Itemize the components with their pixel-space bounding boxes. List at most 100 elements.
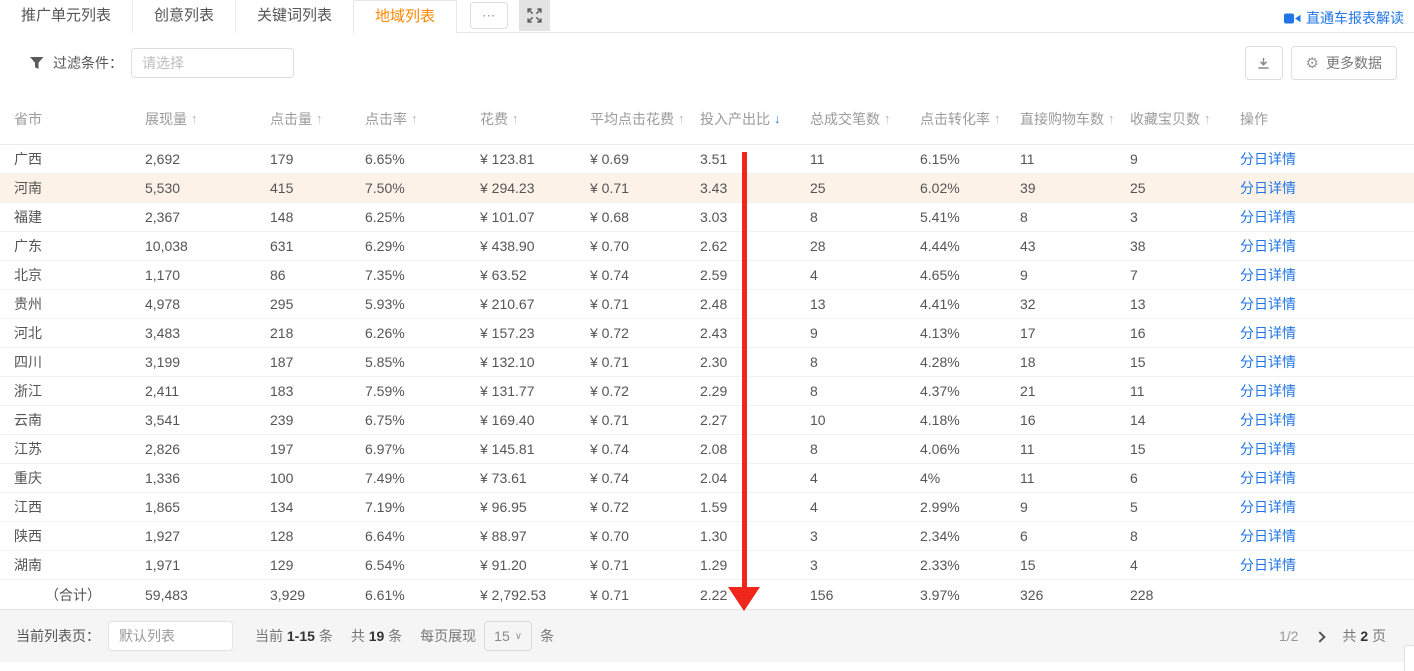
data-cell: 5.41% xyxy=(920,209,1020,225)
data-cell: 2.34% xyxy=(920,528,1020,544)
column-header: 投入产出比↓ xyxy=(700,109,810,129)
list-name-input[interactable] xyxy=(108,621,233,651)
sort-asc-icon[interactable]: ↑ xyxy=(411,111,418,126)
data-cell: 2.30 xyxy=(700,354,810,370)
data-cell: 7.49% xyxy=(365,470,480,486)
daily-detail-link[interactable]: 分日详情 xyxy=(1240,470,1296,486)
table-tools: ⚙ 更多数据 xyxy=(1245,46,1397,80)
data-cell: ¥ 0.71 xyxy=(590,587,700,603)
sort-asc-icon[interactable]: ↑ xyxy=(994,111,1001,126)
data-cell: 18 xyxy=(1020,354,1130,370)
data-cell: ¥ 0.71 xyxy=(590,354,700,370)
data-cell: 11 xyxy=(1020,470,1130,486)
data-cell: 9 xyxy=(1020,267,1130,283)
data-cell: ¥ 294.23 xyxy=(480,180,590,196)
report-link[interactable]: 直通车报表解读 xyxy=(1284,8,1404,28)
daily-detail-link[interactable]: 分日详情 xyxy=(1240,441,1296,457)
data-cell: 179 xyxy=(270,151,365,167)
data-cell: ¥ 0.71 xyxy=(590,296,700,312)
sort-asc-icon[interactable]: ↑ xyxy=(884,111,891,126)
data-cell: 6.29% xyxy=(365,238,480,254)
data-cell: 6.15% xyxy=(920,151,1020,167)
tab-item[interactable]: 推广单元列表 xyxy=(0,0,133,33)
data-cell: 5 xyxy=(1130,499,1240,515)
daily-detail-link[interactable]: 分日详情 xyxy=(1240,499,1296,515)
data-cell: 2.43 xyxy=(700,325,810,341)
data-cell: 6 xyxy=(1130,470,1240,486)
data-cell: 631 xyxy=(270,238,365,254)
data-cell: 4,978 xyxy=(145,296,270,312)
data-cell: ¥ 210.67 xyxy=(480,296,590,312)
daily-detail-link[interactable]: 分日详情 xyxy=(1240,528,1296,544)
sort-asc-icon[interactable]: ↑ xyxy=(678,111,685,126)
fullscreen-button[interactable] xyxy=(519,0,550,31)
daily-detail-link[interactable]: 分日详情 xyxy=(1240,151,1296,167)
pagination-controls: 1/2 共 2 页 xyxy=(1279,626,1386,646)
data-cell: 4.44% xyxy=(920,238,1020,254)
sort-asc-icon[interactable]: ↑ xyxy=(316,111,323,126)
next-page-button[interactable] xyxy=(1316,628,1324,644)
more-data-label: 更多数据 xyxy=(1326,53,1382,73)
action-cell: 分日详情 xyxy=(1240,497,1414,517)
daily-detail-link[interactable]: 分日详情 xyxy=(1240,354,1296,370)
daily-detail-link[interactable]: 分日详情 xyxy=(1240,267,1296,283)
daily-detail-link[interactable]: 分日详情 xyxy=(1240,238,1296,254)
more-data-button[interactable]: ⚙ 更多数据 xyxy=(1291,46,1397,80)
per-page-select[interactable]: 15∨ xyxy=(484,621,532,651)
action-cell: 分日详情 xyxy=(1240,439,1414,459)
daily-detail-link[interactable]: 分日详情 xyxy=(1240,325,1296,341)
data-cell: 5.93% xyxy=(365,296,480,312)
province-cell: 河南 xyxy=(14,178,145,198)
data-cell: 9 xyxy=(1130,151,1240,167)
table-row: 陕西1,9271286.64%¥ 88.97¥ 0.701.3032.34%68… xyxy=(0,522,1414,551)
data-cell: 39 xyxy=(1020,180,1130,196)
action-cell: 分日详情 xyxy=(1240,207,1414,227)
daily-detail-link[interactable]: 分日详情 xyxy=(1240,383,1296,399)
report-link-label: 直通车报表解读 xyxy=(1306,8,1404,28)
data-cell: 3.43 xyxy=(700,180,810,196)
data-cell: ¥ 63.52 xyxy=(480,267,590,283)
more-tabs-button[interactable]: ⋯ xyxy=(470,2,508,29)
column-label: 平均点击花费 xyxy=(590,109,674,129)
data-cell: ¥ 145.81 xyxy=(480,441,590,457)
data-cell: 218 xyxy=(270,325,365,341)
data-cell: ¥ 132.10 xyxy=(480,354,590,370)
data-cell: 4.28% xyxy=(920,354,1020,370)
filter-select-input[interactable] xyxy=(131,48,294,78)
sort-asc-icon[interactable]: ↑ xyxy=(1204,111,1211,126)
data-cell: 6 xyxy=(1020,528,1130,544)
province-cell: 江西 xyxy=(14,497,145,517)
table-row: 江苏2,8261976.97%¥ 145.81¥ 0.742.0884.06%1… xyxy=(0,435,1414,464)
data-cell: 134 xyxy=(270,499,365,515)
data-cell: 2,367 xyxy=(145,209,270,225)
tab-item[interactable]: 地域列表 xyxy=(353,0,457,34)
data-cell: 3,199 xyxy=(145,354,270,370)
daily-detail-link[interactable]: 分日详情 xyxy=(1240,557,1296,573)
data-cell: ¥ 0.74 xyxy=(590,470,700,486)
data-cell: 43 xyxy=(1020,238,1130,254)
data-cell: 3.03 xyxy=(700,209,810,225)
daily-detail-link[interactable]: 分日详情 xyxy=(1240,296,1296,312)
data-cell: 4.41% xyxy=(920,296,1020,312)
table-row: 贵州4,9782955.93%¥ 210.67¥ 0.712.48134.41%… xyxy=(0,290,1414,319)
daily-detail-link[interactable]: 分日详情 xyxy=(1240,209,1296,225)
tab-item[interactable]: 创意列表 xyxy=(133,0,236,33)
data-cell: ¥ 0.71 xyxy=(590,557,700,573)
sort-asc-icon[interactable]: ↑ xyxy=(1108,111,1115,126)
data-cell: 3.97% xyxy=(920,587,1020,603)
daily-detail-link[interactable]: 分日详情 xyxy=(1240,180,1296,196)
data-cell: 8 xyxy=(810,354,920,370)
download-button[interactable] xyxy=(1245,46,1283,80)
data-cell: 9 xyxy=(1020,499,1130,515)
daily-detail-link[interactable]: 分日详情 xyxy=(1240,412,1296,428)
page-indicator: 1/2 xyxy=(1279,628,1298,644)
sort-asc-icon[interactable]: ↑ xyxy=(512,111,519,126)
data-cell: 3.51 xyxy=(700,151,810,167)
sort-asc-icon[interactable]: ↑ xyxy=(191,111,198,126)
sort-desc-icon[interactable]: ↓ xyxy=(774,111,781,126)
tab-item[interactable]: 关键词列表 xyxy=(236,0,354,33)
data-cell: 14 xyxy=(1130,412,1240,428)
data-cell: 11 xyxy=(1020,151,1130,167)
province-cell: 重庆 xyxy=(14,468,145,488)
province-cell: 广西 xyxy=(14,149,145,169)
